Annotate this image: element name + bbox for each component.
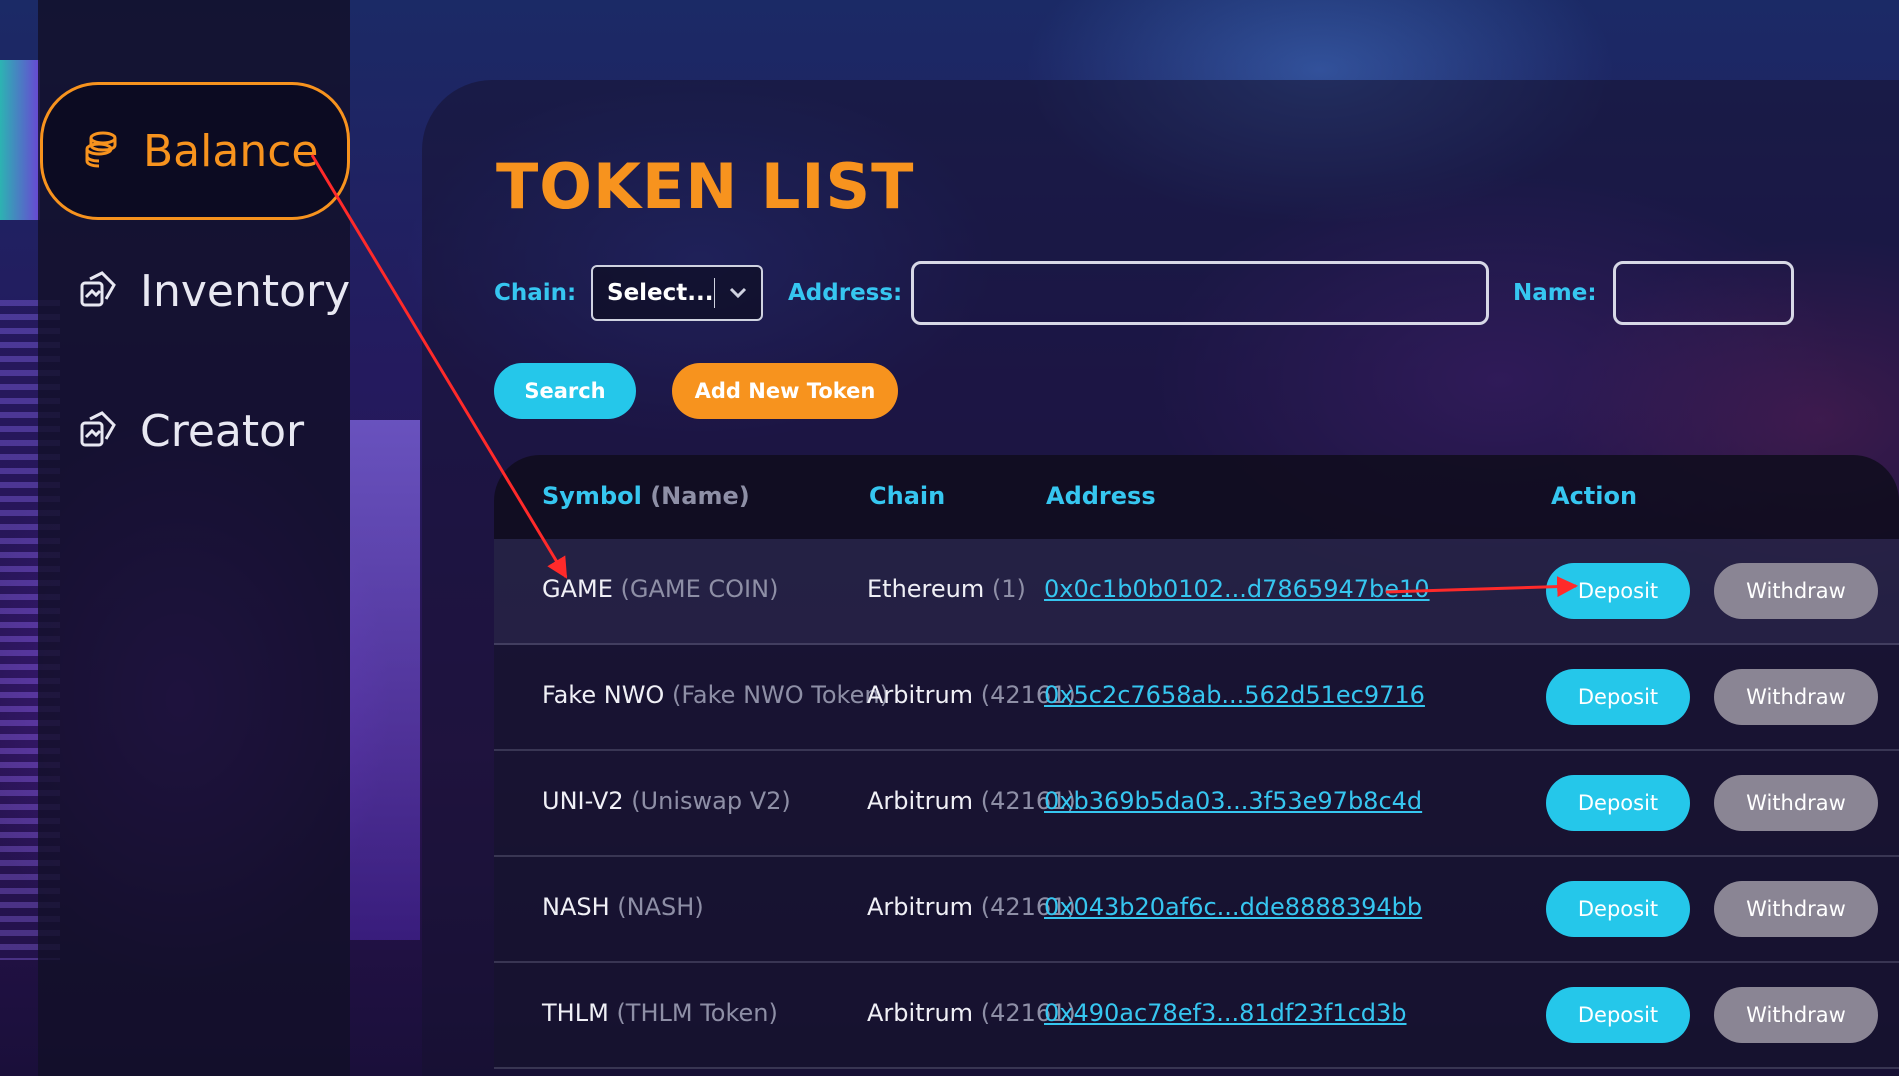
chain-name: Arbitrum [867, 893, 974, 921]
token-address-link[interactable]: 0x0c1b0b0102...d7865947be10 [1044, 575, 1430, 603]
token-symbol: GAME [542, 575, 613, 603]
token-address-link[interactable]: 0xb369b5da03...3f53e97b8c4d [1044, 787, 1422, 815]
column-header-action: Action [1551, 482, 1638, 510]
chain-name: Arbitrum [867, 681, 974, 709]
address-filter-label: Address: [788, 280, 903, 306]
deposit-button[interactable]: Deposit [1546, 563, 1690, 619]
column-header-chain: Chain [869, 482, 946, 510]
token-symbol: NASH [542, 893, 610, 921]
symbol-cell: THLM (THLM Token) [542, 999, 778, 1027]
token-symbol: UNI-V2 [542, 787, 624, 815]
column-header-address: Address [1046, 482, 1156, 510]
add-new-token-button[interactable]: Add New Token [672, 363, 898, 419]
token-name: (Fake NWO Token) [671, 681, 889, 709]
symbol-cell: Fake NWO (Fake NWO Token) [542, 681, 889, 709]
sidebar-item-creator[interactable]: Creator [40, 362, 350, 500]
symbol-cell: GAME (GAME COIN) [542, 575, 778, 603]
token-address-link[interactable]: 0x5c2c7658ab...562d51ec9716 [1044, 681, 1425, 709]
search-button[interactable]: Search [494, 363, 636, 419]
chain-name: Arbitrum [867, 999, 974, 1027]
name-filter-label: Name: [1513, 280, 1597, 306]
chain-name: Ethereum [867, 575, 985, 603]
token-symbol: THLM [542, 999, 609, 1027]
chevron-down-icon[interactable] [715, 286, 761, 300]
sidebar-item-inventory[interactable]: Inventory [40, 222, 350, 360]
table-row: Fake NWO (Fake NWO Token) Arbitrum (4216… [494, 645, 1899, 751]
sidebar-item-label: Inventory [140, 265, 351, 317]
deposit-button[interactable]: Deposit [1546, 987, 1690, 1043]
chain-name: Arbitrum [867, 787, 974, 815]
token-name: (THLM Token) [616, 999, 778, 1027]
token-symbol: Fake NWO [542, 681, 665, 709]
column-header-symbol-sub: (Name) [650, 482, 750, 510]
withdraw-button[interactable]: Withdraw [1714, 775, 1878, 831]
chain-select-value: Select... [607, 280, 714, 306]
token-table: Symbol (Name) Chain Address Action GAME … [494, 455, 1899, 1076]
token-name: (NASH) [617, 893, 704, 921]
cards-icon [78, 409, 118, 453]
background-light-bar [350, 420, 420, 940]
deposit-button[interactable]: Deposit [1546, 669, 1690, 725]
withdraw-button[interactable]: Withdraw [1714, 881, 1878, 937]
table-header: Symbol (Name) Chain Address Action [494, 455, 1899, 539]
deposit-button[interactable]: Deposit [1546, 881, 1690, 937]
sidebar-item-balance[interactable]: Balance [40, 82, 350, 220]
table-row: GAME (GAME COIN) Ethereum (1) 0x0c1b0b01… [494, 539, 1899, 645]
coins-icon [81, 129, 121, 173]
token-name: (GAME COIN) [620, 575, 779, 603]
chain-cell: Ethereum (1) [867, 575, 1026, 603]
symbol-cell: UNI-V2 (Uniswap V2) [542, 787, 791, 815]
withdraw-button[interactable]: Withdraw [1714, 669, 1878, 725]
table-row: NASH (NASH) Arbitrum (42161) 0x043b20af6… [494, 857, 1899, 963]
withdraw-button[interactable]: Withdraw [1714, 563, 1878, 619]
name-input[interactable] [1613, 261, 1794, 325]
token-name: (Uniswap V2) [631, 787, 791, 815]
sidebar-item-label: Balance [143, 125, 319, 177]
token-address-link[interactable]: 0x490ac78ef3...81df23f1cd3b [1044, 999, 1407, 1027]
token-address-link[interactable]: 0x043b20af6c...dde8888394bb [1044, 893, 1422, 921]
address-input[interactable] [911, 261, 1489, 325]
table-row: THLM (THLM Token) Arbitrum (42161) 0x490… [494, 963, 1899, 1069]
sidebar-item-label: Creator [140, 405, 305, 457]
column-header-symbol: Symbol (Name) [542, 482, 750, 510]
deposit-button[interactable]: Deposit [1546, 775, 1690, 831]
chain-filter-label: Chain: [494, 280, 577, 306]
background-sign [0, 60, 40, 220]
cards-icon [78, 269, 118, 313]
chain-id: (1) [991, 575, 1026, 603]
page-title: TOKEN LIST [496, 150, 915, 223]
symbol-cell: NASH (NASH) [542, 893, 704, 921]
withdraw-button[interactable]: Withdraw [1714, 987, 1878, 1043]
chain-select[interactable]: Select... [591, 265, 763, 321]
table-row: UNI-V2 (Uniswap V2) Arbitrum (42161) 0xb… [494, 751, 1899, 857]
column-header-symbol-label: Symbol [542, 482, 642, 510]
